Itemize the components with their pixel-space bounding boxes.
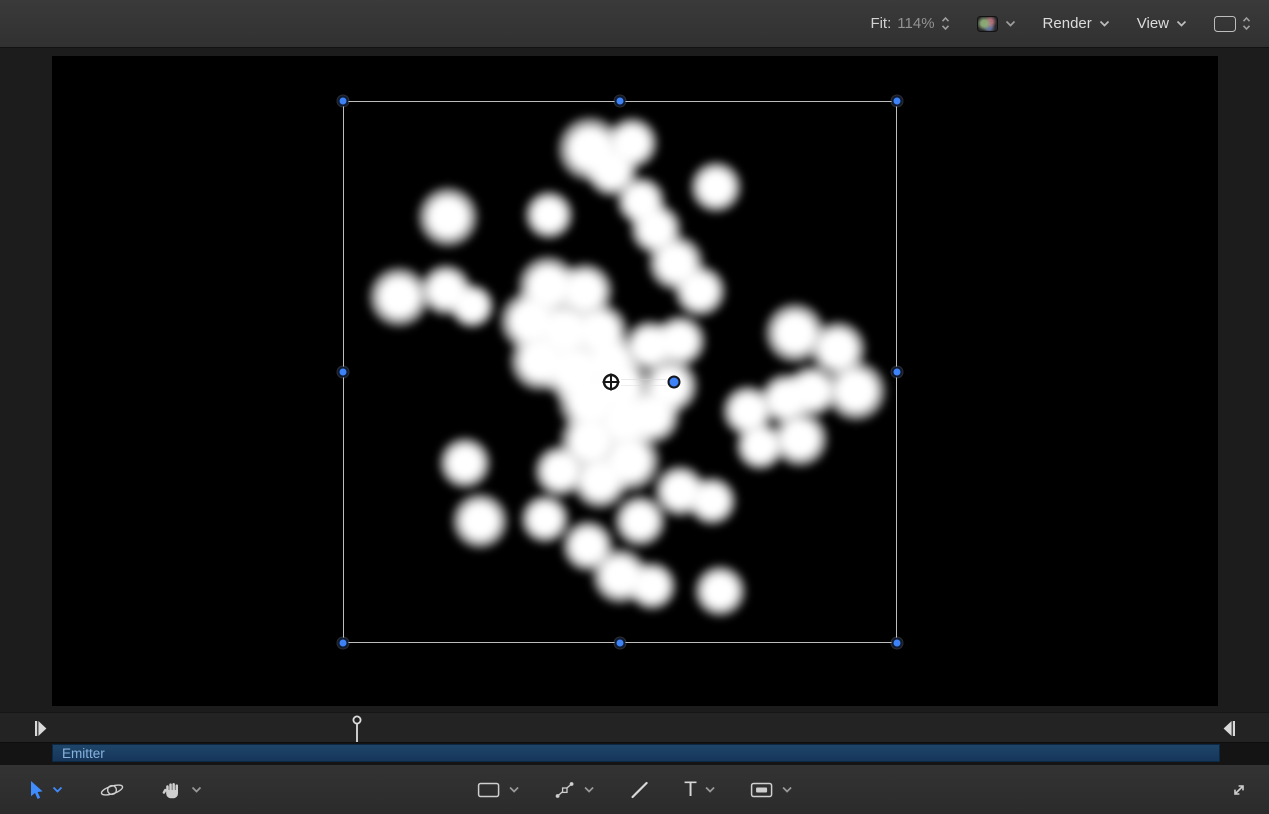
canvas-area — [0, 48, 1269, 712]
chevron-down-icon — [1005, 20, 1016, 27]
image-mask-icon — [750, 780, 774, 800]
hand-icon — [161, 779, 183, 801]
track-row: Emitter — [0, 742, 1269, 764]
3d-transform-tool[interactable] — [99, 779, 125, 801]
render-menu-label: Render — [1043, 15, 1092, 32]
zoom-stepper-icon[interactable] — [941, 16, 950, 31]
anchor-crosshair[interactable] — [599, 370, 623, 394]
canvas[interactable] — [52, 56, 1218, 706]
color-swatch-icon — [977, 16, 998, 32]
selection-handle[interactable] — [338, 367, 349, 378]
selection-handle[interactable] — [892, 638, 903, 649]
emitter-track-bar[interactable]: Emitter — [52, 744, 1220, 762]
window-layout-control[interactable] — [1214, 16, 1251, 32]
text-tool-icon: T — [684, 779, 697, 800]
window-icon — [1214, 16, 1236, 32]
expand-arrows-icon — [1229, 780, 1249, 800]
chevron-down-icon[interactable] — [705, 786, 716, 793]
zoom-control[interactable]: Fit: 114% — [870, 15, 949, 32]
orbit-icon — [99, 779, 125, 801]
selection-handle[interactable] — [615, 638, 626, 649]
track-label: Emitter — [62, 746, 105, 761]
play-range-out-marker[interactable] — [1223, 721, 1235, 736]
paint-stroke-tool[interactable] — [628, 779, 650, 801]
bezier-icon — [553, 779, 575, 801]
chevron-down-icon[interactable] — [508, 786, 519, 793]
zoom-value: 114% — [897, 15, 934, 32]
top-toolbar: Fit: 114% Render — [0, 0, 1269, 48]
play-range-in-marker[interactable] — [35, 721, 47, 736]
rectangle-icon — [476, 780, 500, 800]
chevron-down-icon[interactable] — [583, 786, 594, 793]
motion-app: Fit: 114% Render — [0, 0, 1269, 814]
selection-handle[interactable] — [338, 638, 349, 649]
shape-tool[interactable] — [476, 780, 519, 800]
chevron-down-icon — [1099, 20, 1110, 27]
view-menu-label: View — [1137, 15, 1169, 32]
selection-handle[interactable] — [892, 367, 903, 378]
color-swatch-control[interactable] — [977, 16, 1016, 32]
mini-timeline[interactable] — [0, 712, 1269, 742]
toolbar-expand-button[interactable] — [1229, 780, 1249, 800]
selection-handle[interactable] — [338, 96, 349, 107]
fit-label: Fit: — [870, 15, 891, 32]
mask-tool[interactable] — [750, 780, 793, 800]
chevron-down-icon[interactable] — [191, 786, 202, 793]
chevron-down-icon[interactable] — [52, 786, 63, 793]
select-arrow-icon — [28, 780, 44, 800]
selection-handle[interactable] — [615, 96, 626, 107]
bottom-toolbar: T — [0, 764, 1269, 814]
emitter-center-handle[interactable] — [668, 376, 681, 389]
view-menu[interactable]: View — [1137, 15, 1187, 32]
create-tools-group: T — [476, 779, 793, 801]
render-menu[interactable]: Render — [1043, 15, 1110, 32]
layout-stepper-icon — [1242, 16, 1251, 31]
selection-handle[interactable] — [892, 96, 903, 107]
chevron-down-icon[interactable] — [782, 786, 793, 793]
playhead[interactable] — [351, 715, 363, 742]
emitter-link-line — [621, 379, 666, 386]
select-transform-tool[interactable] — [28, 780, 63, 800]
view-tools-group — [28, 779, 202, 801]
pan-zoom-tool[interactable] — [161, 779, 202, 801]
paint-stroke-icon — [628, 779, 650, 801]
bezier-tool[interactable] — [553, 779, 594, 801]
text-tool[interactable]: T — [684, 779, 716, 800]
chevron-down-icon — [1176, 20, 1187, 27]
